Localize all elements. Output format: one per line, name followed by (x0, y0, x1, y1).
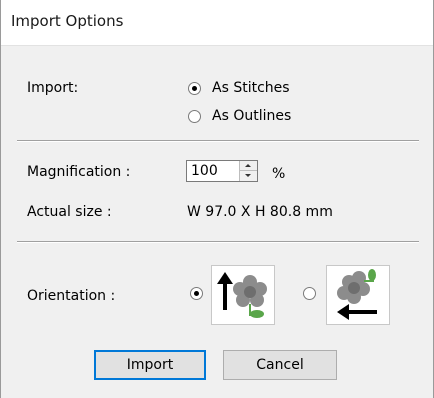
separator (17, 241, 419, 243)
magnification-spinbox[interactable]: 100 (186, 160, 258, 182)
flower-arrow-left-icon (337, 269, 377, 320)
as-outlines-radio[interactable] (188, 110, 201, 123)
as-stitches-label[interactable]: As Stitches (212, 79, 290, 97)
actual-size-label: Actual size : (27, 204, 112, 220)
spin-up-icon[interactable] (240, 161, 257, 171)
dialog-title: Import Options (11, 12, 124, 30)
as-outlines-label[interactable]: As Outlines (212, 107, 291, 125)
import-label: Import: (27, 80, 79, 96)
orientation-left-image[interactable] (326, 265, 390, 325)
spin-down-icon[interactable] (240, 171, 257, 181)
orientation-up-radio[interactable] (190, 287, 203, 300)
magnification-input[interactable]: 100 (191, 162, 218, 180)
title-bar: Import Options (1, 0, 433, 46)
import-button[interactable]: Import (94, 350, 206, 380)
orientation-left-radio[interactable] (303, 287, 316, 300)
separator (17, 140, 419, 142)
flower-arrow-up-icon (217, 272, 267, 318)
orientation-label: Orientation : (27, 288, 116, 304)
magnification-label: Magnification : (27, 164, 131, 180)
magnification-spin-buttons (239, 161, 257, 181)
magnification-unit: % (272, 166, 286, 182)
import-options-dialog: Import Options Import: As Stitches As Ou… (0, 0, 434, 398)
actual-size-value: W 97.0 X H 80.8 mm (187, 204, 333, 220)
as-stitches-radio[interactable] (188, 82, 201, 95)
orientation-up-image[interactable] (211, 265, 275, 325)
cancel-button[interactable]: Cancel (223, 350, 337, 380)
